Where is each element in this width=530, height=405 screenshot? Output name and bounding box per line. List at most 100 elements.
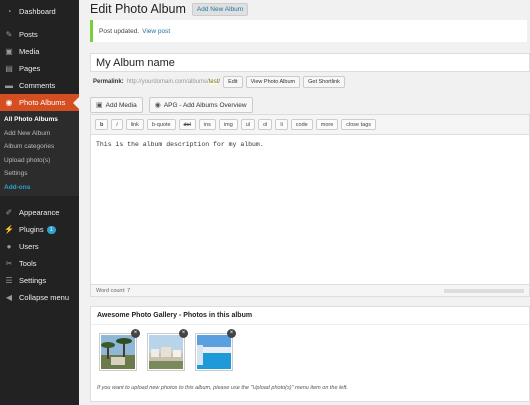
submenu-add-new-album[interactable]: Add New Album — [0, 127, 79, 141]
submenu-settings[interactable]: Settings — [0, 167, 79, 181]
dashboard-icon: ◔ — [6, 7, 12, 16]
collapse-icon: ◀ — [5, 293, 13, 302]
qt-bold-button[interactable]: b — [95, 119, 109, 130]
page-icon: ▤ — [5, 64, 13, 73]
settings-icon: ☰ — [5, 276, 13, 285]
upload-hint: If you want to upload new photos to this… — [97, 385, 348, 391]
qt-blockquote-button[interactable]: b-quote — [146, 119, 176, 130]
remove-photo-button[interactable]: × — [131, 329, 140, 338]
permalink-label: Permalink: — [93, 79, 124, 85]
page-title: Edit Photo Album — [90, 2, 186, 16]
apg-button-label: APG - Add Albums Overview — [163, 101, 247, 109]
menu-label: Comments — [19, 81, 56, 90]
edit-permalink-button[interactable]: Edit — [223, 76, 243, 88]
album-photos: × × × — [99, 329, 243, 371]
permalink-row: Permalink: http://yourdomain.com/albums/… — [93, 76, 345, 88]
menu-label: Media — [19, 47, 40, 56]
word-count-bar: Word count: 7 — [91, 284, 529, 296]
add-media-label: Add Media — [105, 101, 137, 109]
qt-del-button[interactable]: del — [178, 119, 196, 130]
pin-icon: ✎ — [5, 30, 13, 39]
main-content: Edit Photo Album Add New Album Post upda… — [79, 0, 530, 405]
menu-label: Collapse menu — [19, 293, 70, 302]
permalink-suffix: / — [218, 79, 221, 85]
comment-icon: ▬ — [5, 81, 13, 90]
qt-ins-button[interactable]: ins — [198, 119, 216, 130]
menu-label: Settings — [19, 276, 47, 285]
menu-users[interactable]: ● Users — [0, 238, 79, 255]
word-count: Word count: 7 — [96, 288, 131, 294]
qt-ul-button[interactable]: ul — [240, 119, 256, 130]
menu-label: Dashboard — [19, 7, 56, 16]
gallery-box-title: Awesome Photo Gallery - Photos in this a… — [91, 307, 529, 325]
qt-code-button[interactable]: code — [290, 119, 313, 130]
submenu-all-photo-albums[interactable]: All Photo Albums — [0, 113, 79, 127]
camera-icon: ◉ — [154, 102, 161, 109]
submenu-album-categories[interactable]: Album categories — [0, 140, 79, 154]
post-title-input[interactable] — [90, 53, 530, 72]
title-row: Edit Photo Album Add New Album — [90, 2, 249, 16]
qt-link-button[interactable]: link — [125, 119, 144, 130]
apg-add-albums-overview-button[interactable]: ◉ APG - Add Albums Overview — [148, 97, 253, 113]
menu-photo-albums[interactable]: ◉ Photo Albums — [0, 94, 79, 111]
menu-pages[interactable]: ▤ Pages — [0, 60, 79, 77]
menu-appearance[interactable]: ✐ Appearance — [0, 204, 79, 221]
pool-photo — [197, 335, 231, 369]
menu-tools[interactable]: ✂ Tools — [0, 255, 79, 272]
submenu-add-ons[interactable]: Add-ons — [0, 181, 79, 195]
menu-label: Plugins — [19, 225, 44, 234]
view-photo-album-button[interactable]: View Photo Album — [245, 76, 301, 88]
menu-plugins[interactable]: ⚡ Plugins 1 — [0, 221, 79, 238]
menu-media[interactable]: ▣ Media — [0, 43, 79, 60]
permalink-url[interactable]: http://yourdomain.com/albums/ — [127, 79, 209, 85]
qt-close-tags-button[interactable]: close tags — [341, 119, 377, 130]
wrench-icon: ✂ — [5, 259, 13, 268]
menu-label: Pages — [19, 64, 41, 73]
menu-settings[interactable]: ☰ Settings — [0, 272, 79, 289]
qt-ol-button[interactable]: ol — [258, 119, 273, 130]
update-count-badge: 1 — [46, 225, 56, 234]
last-edited-redacted — [444, 289, 524, 293]
add-media-button[interactable]: ▣ Add Media — [90, 97, 143, 113]
menu-label: Photo Albums — [19, 98, 66, 107]
album-photo-thumbnail[interactable]: × — [147, 329, 188, 371]
quicktags-toolbar: b i link b-quote del ins img ul ol li co… — [91, 115, 529, 135]
remove-photo-button[interactable]: × — [227, 329, 236, 338]
photo-albums-submenu: All Photo Albums Add New Album Album cat… — [0, 111, 79, 196]
menu-label: Tools — [19, 259, 37, 268]
menu-comments[interactable]: ▬ Comments — [0, 77, 79, 94]
menu-label: Posts — [19, 30, 38, 39]
qt-more-button[interactable]: more — [315, 119, 339, 130]
menu-dashboard[interactable]: ◔ Dashboard — [0, 3, 79, 20]
coastal-town-photo — [149, 335, 183, 369]
user-icon: ● — [6, 242, 12, 251]
update-notice: Post updated. View post — [90, 20, 527, 42]
brush-icon: ✐ — [5, 208, 13, 217]
get-shortlink-button[interactable]: Get Shortlink — [303, 76, 345, 88]
view-post-link[interactable]: View post — [142, 28, 170, 35]
permalink-slug[interactable]: test — [208, 79, 219, 85]
qt-li-button[interactable]: li — [275, 119, 288, 130]
menu-collapse[interactable]: ◀ Collapse menu — [0, 289, 79, 306]
content-editor: b i link b-quote del ins img ul ol li co… — [90, 114, 530, 297]
media-icon: ▣ — [96, 102, 103, 109]
admin-sidebar: ◔ Dashboard ✎ Posts ▣ Media ▤ Pages ▬ Co… — [0, 0, 79, 405]
remove-photo-button[interactable]: × — [179, 329, 188, 338]
album-photo-thumbnail[interactable]: × — [99, 329, 140, 371]
notice-text: Post updated. — [99, 27, 140, 35]
qt-img-button[interactable]: img — [218, 119, 238, 130]
submenu-upload-photos[interactable]: Upload photo(s) — [0, 154, 79, 168]
album-photo-thumbnail[interactable]: × — [195, 329, 236, 371]
content-textarea[interactable]: This is the album description for my alb… — [91, 135, 529, 285]
plug-icon: ⚡ — [4, 225, 14, 234]
menu-posts[interactable]: ✎ Posts — [0, 26, 79, 43]
menu-label: Appearance — [19, 208, 60, 217]
menu-label: Users — [19, 242, 39, 251]
camera-icon: ◉ — [5, 98, 13, 107]
qt-italic-button[interactable]: i — [111, 119, 123, 130]
media-icon: ▣ — [5, 47, 13, 56]
awesome-photo-gallery-box: Awesome Photo Gallery - Photos in this a… — [90, 306, 530, 402]
media-buttons: ▣ Add Media ◉ APG - Add Albums Overview — [90, 97, 259, 113]
add-new-album-button[interactable]: Add New Album — [191, 2, 249, 16]
palm-trees-photo — [101, 335, 135, 369]
